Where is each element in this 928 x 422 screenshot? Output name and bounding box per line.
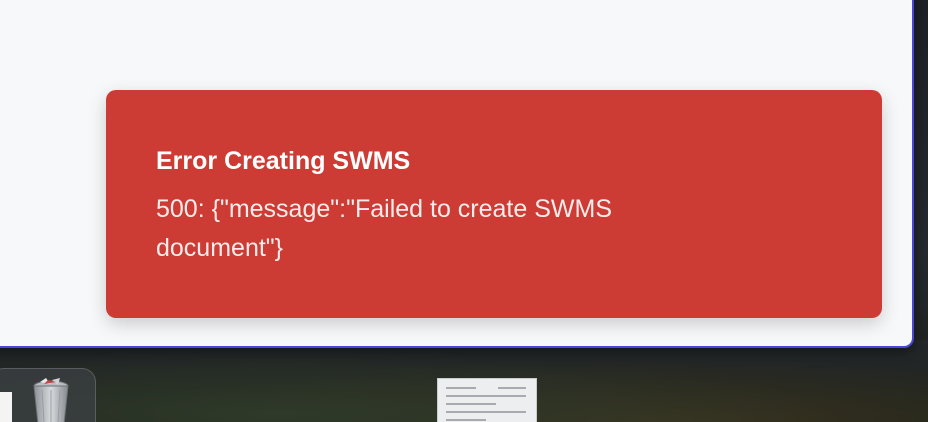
- error-toast[interactable]: Error Creating SWMS 500: {"message":"Fai…: [106, 90, 882, 318]
- document-thumbnail-icon[interactable]: [437, 378, 537, 422]
- toast-message: 500: {"message":"Failed to create SWMS d…: [156, 195, 612, 262]
- toast-title: Error Creating SWMS: [156, 147, 411, 175]
- trash-icon[interactable]: [26, 376, 76, 422]
- document-icon[interactable]: [0, 392, 12, 422]
